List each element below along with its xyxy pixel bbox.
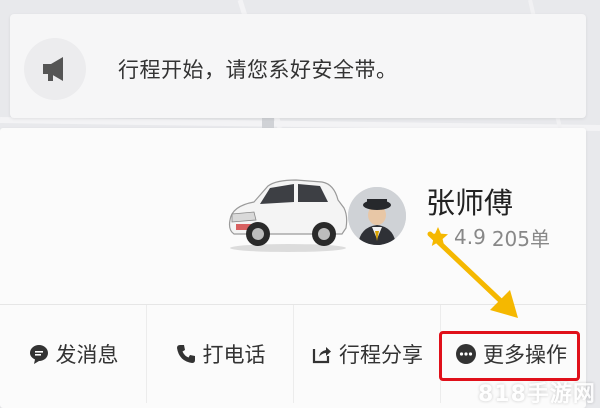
car-image xyxy=(228,179,348,252)
annotation-arrow xyxy=(427,231,518,318)
message-icon xyxy=(29,345,48,364)
highlight-box xyxy=(439,331,580,381)
share-trip-button[interactable]: 行程分享 xyxy=(294,305,440,403)
notice-text: 行程开始，请您系好安全带。 xyxy=(118,58,398,82)
phone-icon xyxy=(176,345,195,363)
driver-name: 张师傅 xyxy=(426,186,514,220)
trip-notice-banner: 行程开始，请您系好安全带。 xyxy=(10,14,586,118)
call-button[interactable]: 打电话 xyxy=(147,305,293,403)
send-message-button[interactable]: 发消息 xyxy=(0,305,146,403)
driver-avatar xyxy=(348,187,406,245)
call-label: 打电话 xyxy=(202,343,266,367)
megaphone-icon xyxy=(24,38,86,100)
watermark: 818手游网 xyxy=(478,382,596,407)
share-icon xyxy=(312,347,331,364)
share-trip-label: 行程分享 xyxy=(339,343,423,367)
send-message-label: 发消息 xyxy=(55,343,119,367)
